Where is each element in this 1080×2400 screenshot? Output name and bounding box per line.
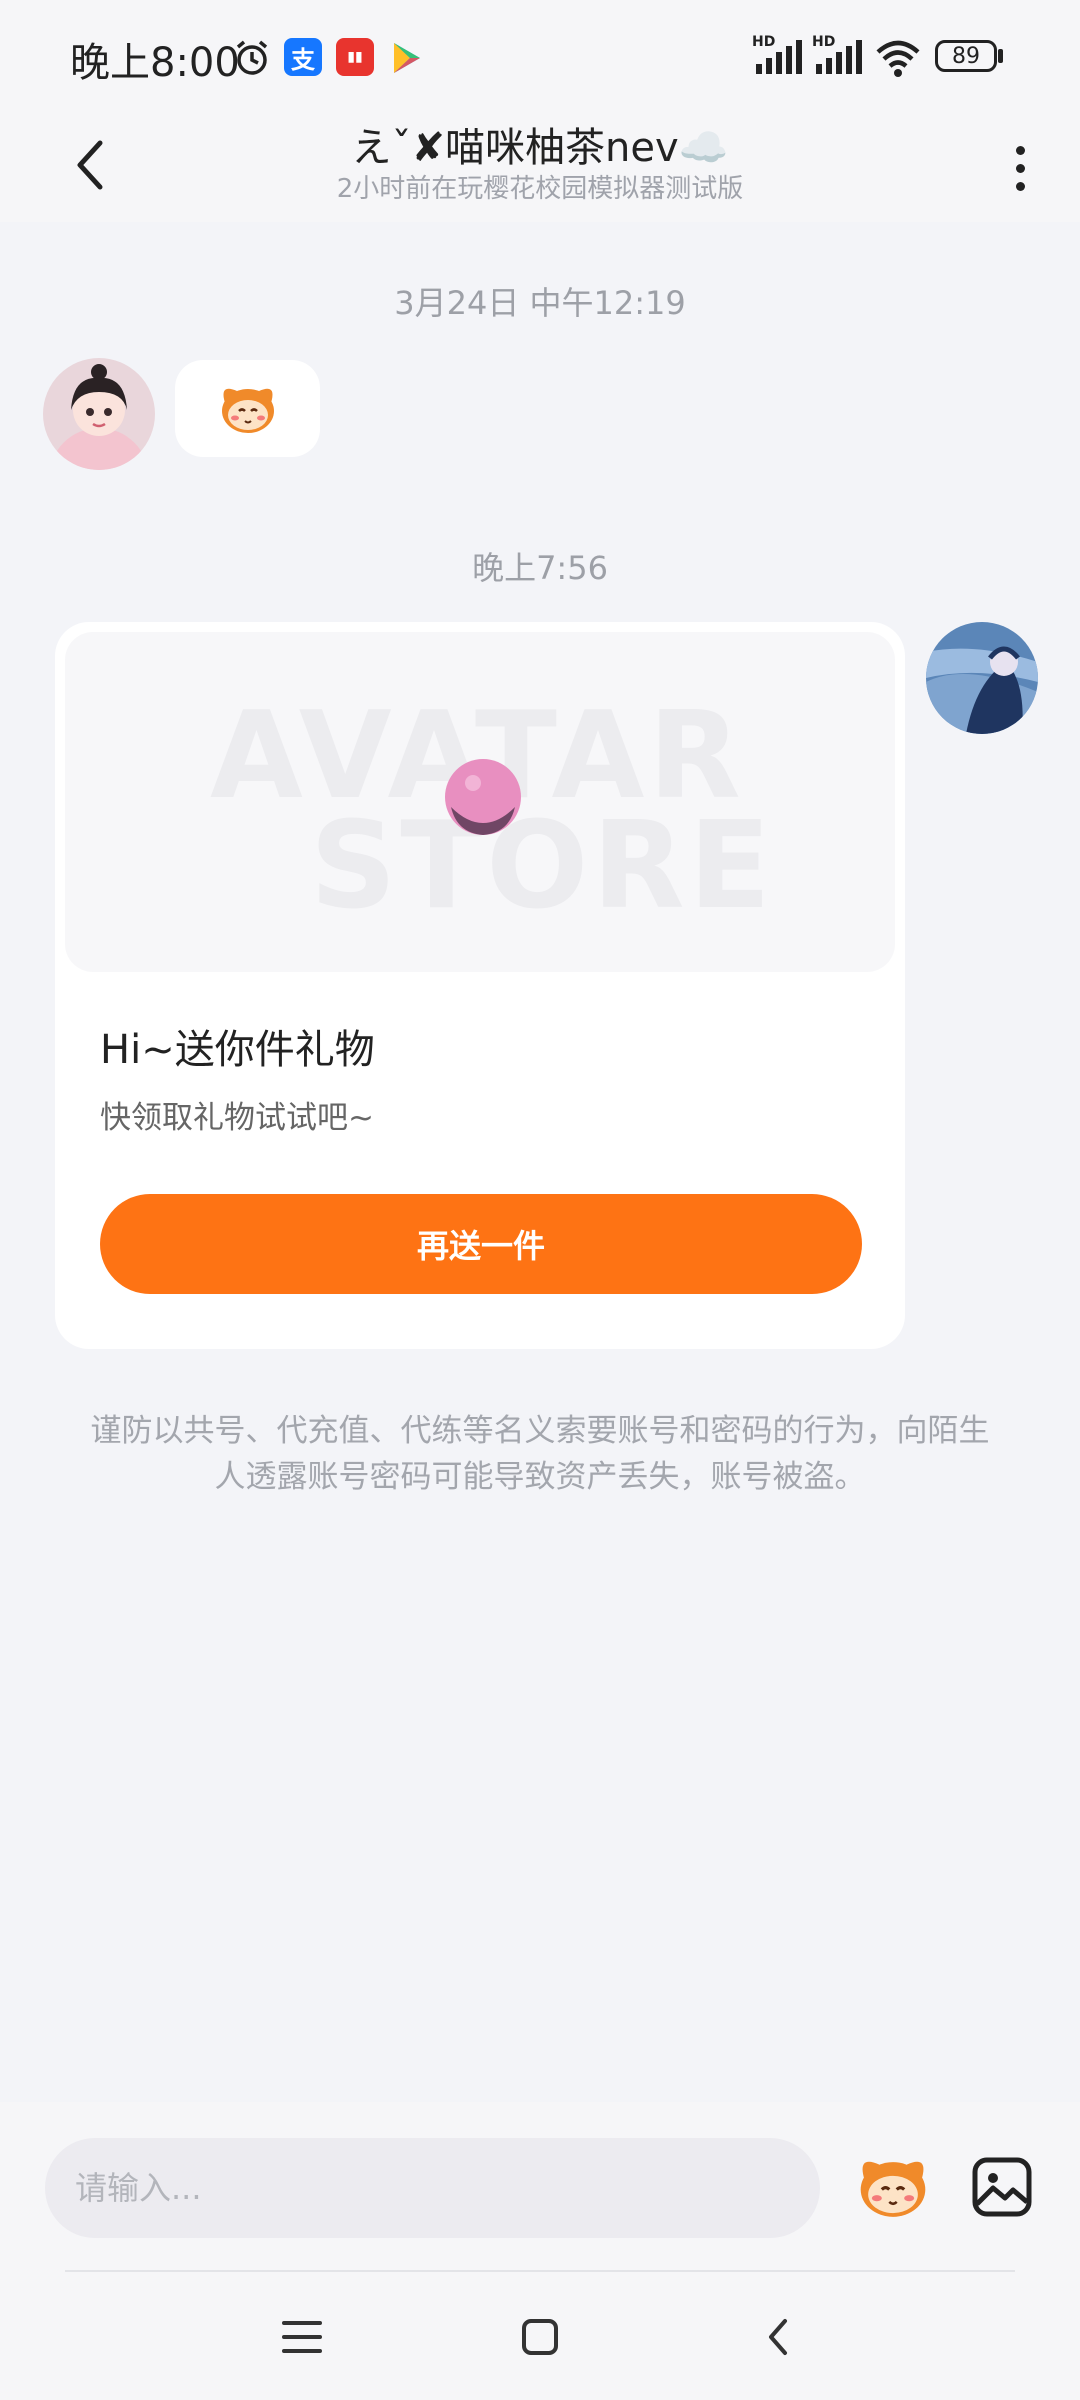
more-dot <box>1015 163 1025 173</box>
security-warning: 谨防以共号、代充值、代练等名义索要账号和密码的行为，向陌生人透露账号密码可能导致… <box>90 1413 990 1495</box>
battery-cap <box>998 49 1003 63</box>
message-input[interactable] <box>45 2138 820 2238</box>
back-button[interactable] <box>60 130 120 200</box>
gift-image: AVATAR STORE <box>65 632 895 972</box>
status-time: 晚上8:00 <box>70 40 240 86</box>
signal-label-1: HD <box>752 34 776 50</box>
chat-subtitle: 2小时前在玩樱花校园模拟器测试版 <box>336 174 744 204</box>
alipay-icon: 支 <box>284 38 322 76</box>
app-badge-icon: ▮▮ <box>336 38 374 76</box>
alarm-clock-icon <box>236 40 268 75</box>
chat-title[interactable]: えˇ✘喵咪柚茶nev☁️ <box>190 115 890 173</box>
message-timestamp: 3月24日 中午12:19 <box>394 284 686 322</box>
image-button[interactable] <box>962 2142 1042 2232</box>
gift-description: 快领取礼物试试吧~ <box>100 1100 374 1136</box>
gift-title: Hi~送你件礼物 <box>100 1027 375 1073</box>
signal-label-2: HD <box>812 34 836 50</box>
contact-avatar[interactable] <box>43 358 155 470</box>
system-nav-bar <box>0 2272 1080 2400</box>
signal-icon-1: HD <box>752 34 802 78</box>
send-again-button[interactable]: 再送一件 <box>100 1194 862 1294</box>
image-icon <box>972 2157 1032 2217</box>
emoji-button[interactable] <box>848 2142 938 2232</box>
chevron-left-icon <box>77 140 103 190</box>
play-store-icon <box>394 43 420 73</box>
wifi-icon <box>876 40 920 77</box>
battery-icon: 89 <box>935 40 997 72</box>
gift-ball-icon <box>445 759 521 835</box>
battery-level: 89 <box>952 43 980 69</box>
home-square-icon <box>522 2319 558 2355</box>
home-nav-button[interactable] <box>500 2302 580 2372</box>
gift-card[interactable]: AVATAR STORE Hi~送你件礼物 快领取礼物试试吧~ 再送一件 <box>55 622 905 1349</box>
menu-icon <box>282 2321 322 2353</box>
more-options-button[interactable] <box>1000 128 1040 208</box>
my-avatar[interactable] <box>926 622 1038 734</box>
status-bar: 晚上8:00 支 ▮▮ HD HD 89 <box>0 0 1080 110</box>
back-nav-button[interactable] <box>738 2302 818 2372</box>
menu-nav-button[interactable] <box>262 2302 342 2372</box>
signal-icon-2: HD <box>812 34 862 78</box>
input-bar <box>0 2102 1080 2272</box>
more-dot <box>1015 145 1025 155</box>
chat-header: えˇ✘喵咪柚茶nev☁️ 2小时前在玩樱花校园模拟器测试版 <box>0 110 1080 222</box>
monkey-sticker-icon <box>221 388 274 433</box>
monkey-emoji-icon <box>860 2161 926 2217</box>
watermark-text: STORE <box>310 797 775 936</box>
message-timestamp: 晚上7:56 <box>472 549 608 587</box>
sticker-message[interactable] <box>175 360 320 457</box>
more-dot <box>1015 181 1025 191</box>
chevron-left-icon <box>769 2319 787 2355</box>
